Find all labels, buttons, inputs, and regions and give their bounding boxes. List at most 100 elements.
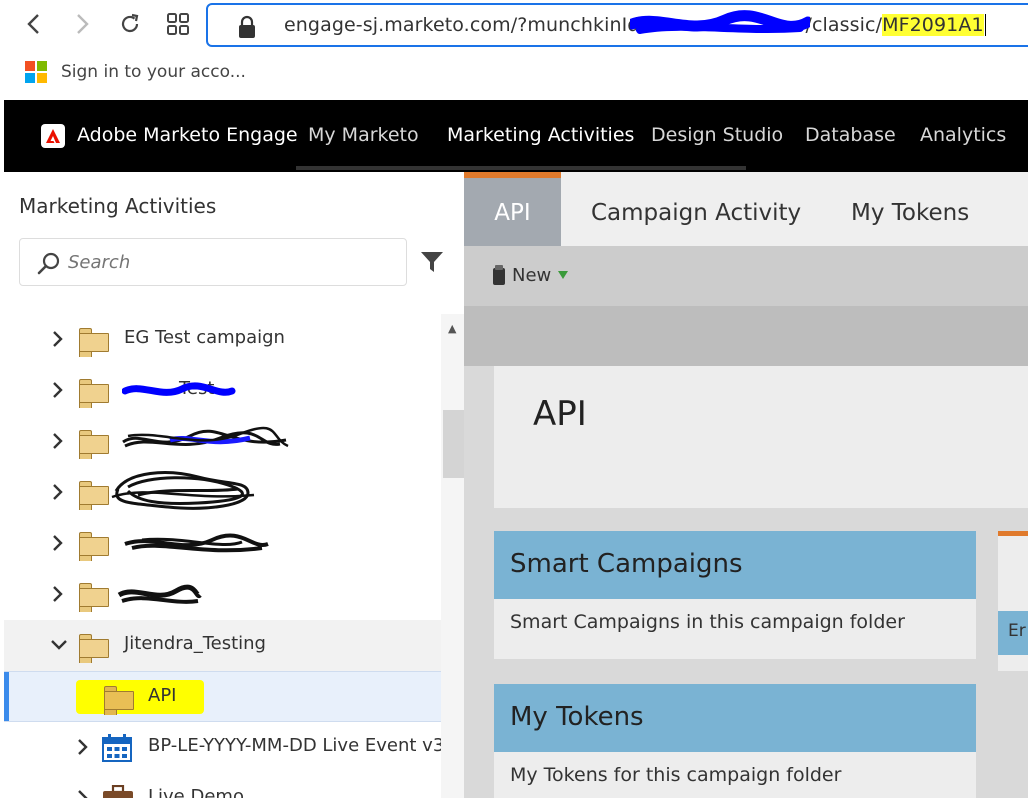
search-box[interactable]	[19, 238, 407, 286]
toolbar: New	[464, 246, 1028, 306]
lock-icon	[239, 15, 255, 38]
reload-button[interactable]	[116, 10, 144, 38]
forward-arrow-icon	[77, 14, 89, 34]
folder-icon	[79, 430, 109, 459]
card-description: Smart Campaigns in this campaign folder	[510, 611, 905, 633]
redaction-scribble	[117, 584, 202, 604]
search-icon	[37, 252, 60, 275]
chevron-right-icon[interactable]	[77, 738, 89, 756]
card-title[interactable]: My Tokens	[494, 684, 976, 752]
tab-campaign-activity[interactable]: Campaign Activity	[591, 172, 801, 246]
folder-title: API	[533, 394, 587, 434]
tree-row[interactable]: BP-LE-YYYY-MM-DD Live Event v3	[4, 722, 441, 773]
chevron-right-icon[interactable]	[52, 483, 64, 501]
side-card-partial[interactable]: Er	[998, 531, 1028, 671]
tab-bar: API Campaign Activity My Tokens	[464, 172, 1028, 246]
apps-button[interactable]	[164, 10, 192, 38]
folder-icon	[79, 532, 109, 561]
tree-scrollbar-thumb[interactable]	[443, 410, 464, 478]
folder-icon	[79, 634, 109, 663]
url-text: engage-sj.marketo.com/?munchkinId= /class…	[284, 14, 986, 36]
folder-icon	[79, 481, 109, 510]
redaction-scribble	[111, 471, 255, 510]
tree-row-label: EG Test campaign	[124, 327, 285, 348]
smart-campaigns-card[interactable]: Smart Campaigns Smart Campaigns in this …	[494, 531, 976, 659]
filter-icon[interactable]	[420, 250, 444, 274]
tree-row[interactable]: Live Demo	[4, 773, 441, 798]
tree-row[interactable]	[4, 518, 441, 569]
redaction-scribble	[122, 426, 289, 448]
tree-row-expanded[interactable]: Jitendra_Testing	[4, 620, 441, 671]
scroll-up-arrow-icon[interactable]: ▲	[448, 322, 456, 335]
my-tokens-card[interactable]: My Tokens My Tokens for this campaign fo…	[494, 684, 976, 798]
nav-design-studio[interactable]: Design Studio	[651, 124, 783, 146]
content-area: API Smart Campaigns Smart Campaigns in t…	[464, 366, 1028, 798]
nav-my-marketo[interactable]: My Marketo	[308, 124, 419, 146]
tree-row-label: API	[148, 685, 177, 706]
reload-icon	[121, 13, 139, 33]
panel-title: Marketing Activities	[19, 194, 217, 218]
tree-row[interactable]	[4, 569, 441, 620]
highlight-marker	[76, 680, 204, 714]
tree-row-label: BP-LE-YYYY-MM-DD Live Event v3	[148, 735, 441, 756]
tree-row-label: Live Demo	[148, 786, 244, 798]
tree-row[interactable]	[4, 416, 441, 467]
nav-marketing-activities[interactable]: Marketing Activities	[447, 124, 634, 146]
calendar-icon	[102, 734, 132, 762]
apps-grid-icon	[167, 13, 189, 35]
tree-row[interactable]: Test	[4, 365, 441, 416]
right-content-panel: API Campaign Activity My Tokens New API …	[464, 172, 1028, 798]
redaction-scribble	[124, 533, 269, 553]
text-cursor	[984, 14, 986, 36]
subheader-strip	[464, 306, 1028, 366]
nav-database[interactable]: Database	[805, 124, 896, 146]
folder-icon	[79, 379, 109, 408]
chevron-down-icon[interactable]	[50, 638, 68, 652]
campaign-tree: EG Test campaign Test Jitendra_Testing A…	[4, 314, 441, 798]
browser-toolbar: engage-sj.marketo.com/?munchkinId= /class…	[0, 0, 1028, 50]
dropdown-arrow-icon	[558, 271, 569, 279]
back-button[interactable]	[20, 10, 48, 38]
brand-name[interactable]: Adobe Marketo Engage	[77, 124, 298, 146]
forward-button[interactable]	[68, 10, 96, 38]
new-button[interactable]: New	[492, 264, 569, 286]
tab-api[interactable]: API	[464, 172, 561, 246]
nav-analytics[interactable]: Analytics	[920, 124, 1006, 146]
app-top-nav: Adobe Marketo Engage My Marketo Marketin…	[4, 100, 1028, 172]
url-prefix: engage-sj.marketo.com/?munchkinId=	[284, 14, 656, 36]
left-tree-panel: Marketing Activities EG Test campaign Te…	[4, 172, 464, 798]
tree-row-selected[interactable]: API	[4, 671, 441, 722]
new-item-icon	[493, 265, 505, 285]
folder-icon	[79, 328, 109, 357]
selection-indicator	[4, 672, 9, 721]
new-button-label: New	[512, 264, 552, 286]
side-card-text: Er	[998, 611, 1028, 655]
search-input[interactable]	[68, 249, 388, 275]
chevron-right-icon[interactable]	[52, 330, 64, 348]
chevron-right-icon[interactable]	[52, 381, 64, 399]
card-title[interactable]: Smart Campaigns	[494, 531, 976, 599]
back-arrow-icon	[27, 14, 39, 34]
nav-active-underline	[296, 166, 746, 170]
chevron-right-icon[interactable]	[52, 432, 64, 450]
tree-row[interactable]	[4, 467, 441, 518]
tree-scrollbar[interactable]	[441, 314, 464, 798]
folder-icon	[79, 583, 109, 612]
card-description: My Tokens for this campaign folder	[510, 764, 842, 786]
briefcase-icon	[103, 785, 133, 798]
chevron-right-icon[interactable]	[77, 789, 89, 798]
microsoft-logo-icon[interactable]	[25, 61, 47, 83]
address-bar[interactable]: engage-sj.marketo.com/?munchkinId= /class…	[206, 3, 1028, 47]
tree-row[interactable]: EG Test campaign	[4, 314, 441, 365]
adobe-logo-icon[interactable]	[41, 124, 65, 148]
folder-header-card: API	[494, 366, 1028, 508]
url-mid: /classic/	[805, 14, 883, 36]
bookmark-sign-in[interactable]: Sign in to your acco...	[61, 62, 246, 82]
tab-my-tokens[interactable]: My Tokens	[851, 172, 969, 246]
tree-row-label: Jitendra_Testing	[124, 633, 266, 654]
chevron-right-icon[interactable]	[52, 585, 64, 603]
tree-row-label: Test	[179, 378, 215, 399]
chevron-right-icon[interactable]	[52, 534, 64, 552]
folder-icon	[104, 686, 134, 715]
url-highlight: MF2091A1	[882, 14, 984, 36]
